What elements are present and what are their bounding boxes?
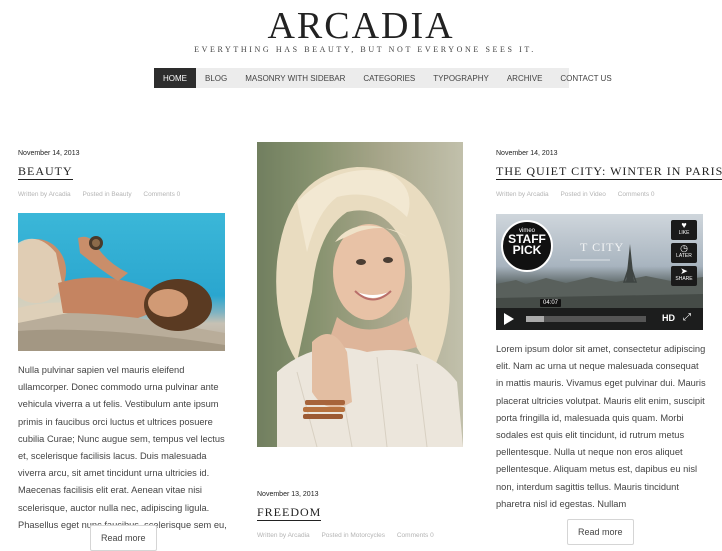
post-excerpt: Nulla pulvinar sapien vel mauris eleifen… [18,365,227,530]
post-comments[interactable]: Comments 0 [397,532,434,539]
video-overlay-title: T CITY [580,240,625,254]
post-author[interactable]: Written by Arcadia [496,191,549,198]
read-more-button[interactable]: Read more [567,519,634,545]
watch-later-button[interactable]: ◷ LATER [671,243,697,263]
nav-item-contact-us[interactable]: CONTACT US [551,68,620,88]
share-icon: ➤ [680,266,688,276]
nav-item-typography[interactable]: TYPOGRAPHY [424,68,498,88]
post-title-freedom[interactable]: FREEDOM [257,505,322,521]
like-button[interactable]: ♥ LIKE [671,220,697,240]
fullscreen-icon[interactable]: ⤢ [683,312,691,323]
post-title-quiet-city[interactable]: THE QUIET CITY: WINTER IN PARIS [496,164,722,180]
buffer-indicator [526,316,544,322]
post-author[interactable]: Written by Arcadia [18,191,71,198]
play-button[interactable] [504,313,514,325]
post-date: November 13, 2013 [257,491,319,498]
main-nav: HOME BLOG MASONRY WITH SIDEBAR CATEGORIE… [154,68,612,88]
site-title[interactable]: ARCADIA [0,4,722,48]
later-label: LATER [676,253,692,259]
share-button[interactable]: ➤ SHARE [671,266,697,286]
post-excerpt: Lorem ipsum dolor sit amet, consectetur … [496,344,706,509]
post-author[interactable]: Written by Arcadia [257,532,310,539]
post-comments[interactable]: Comments 0 [618,191,655,198]
pool-woman-photo [18,236,225,351]
post-date: November 14, 2013 [496,150,558,157]
post-comments[interactable]: Comments 0 [143,191,180,198]
post-title-beauty[interactable]: BEAUTY [18,164,73,180]
heart-icon: ♥ [681,220,687,230]
video-player[interactable]: T CITY vimeo STAFF PICK ♥ LIKE ◷ LATER ➤… [496,214,703,330]
post-image-blonde-portrait[interactable] [257,142,463,447]
post-category[interactable]: Posted in Beauty [82,191,131,198]
post-meta: Written by Arcadia Posted in Beauty Comm… [18,191,190,198]
blonde-portrait-photo [257,142,463,447]
video-time-tooltip: 04:07 [540,299,562,307]
post-image-pool-woman[interactable] [18,213,225,351]
site-tagline: EVERYTHING HAS BEAUTY, BUT NOT EVERYONE … [194,45,536,54]
read-more-button[interactable]: Read more [90,525,157,551]
post-category[interactable]: Posted in Video [560,191,605,198]
nav-item-categories[interactable]: CATEGORIES [354,68,424,88]
post-category[interactable]: Posted in Motorcycles [321,532,385,539]
staff-pick-badge[interactable]: vimeo STAFF PICK [501,220,553,272]
nav-item-home[interactable]: HOME [154,68,196,88]
video-control-bar: HD ⤢ [496,308,703,330]
nav-item-masonry-with-sidebar[interactable]: MASONRY WITH SIDEBAR [236,68,354,88]
video-progress-bar[interactable] [526,316,646,322]
like-label: LIKE [678,230,690,236]
clock-icon: ◷ [680,243,688,253]
share-label: SHARE [675,276,693,282]
hd-toggle[interactable]: HD [662,313,675,323]
post-meta: Written by Arcadia Posted in Video Comme… [496,191,665,198]
nav-item-blog[interactable]: BLOG [196,68,236,88]
pick-label: PICK [512,243,542,257]
post-meta: Written by Arcadia Posted in Motorcycles… [257,532,444,539]
post-date: November 14, 2013 [18,150,80,157]
nav-item-archive[interactable]: ARCHIVE [498,68,552,88]
